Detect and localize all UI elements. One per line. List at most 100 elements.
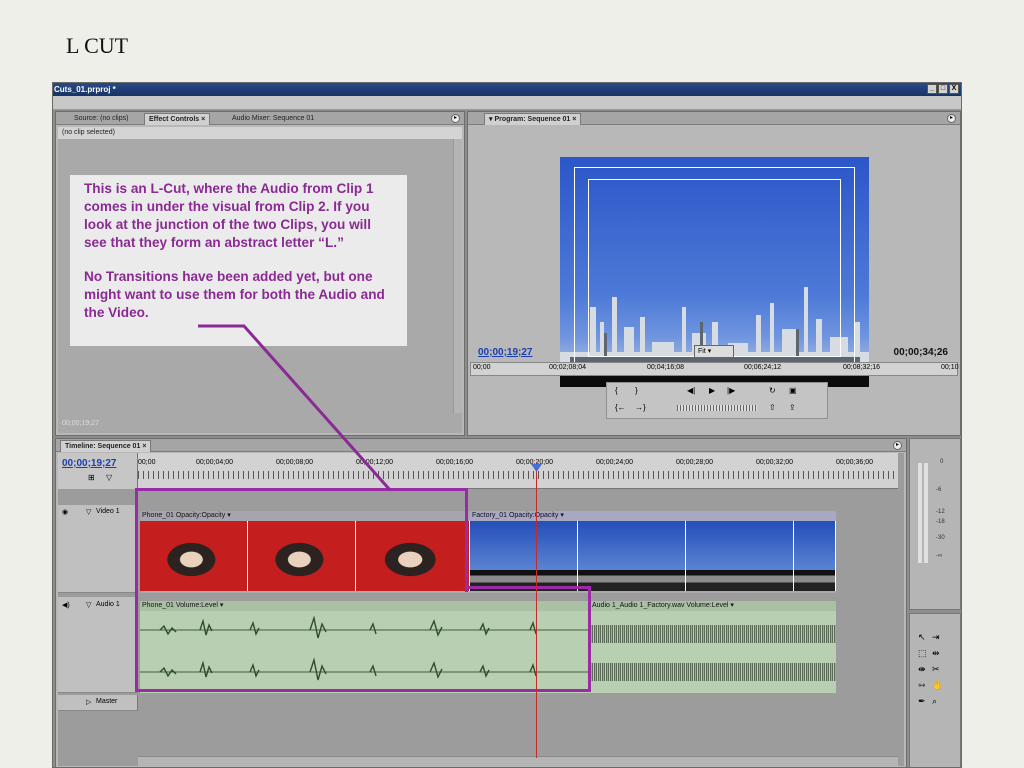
close-icon[interactable]: ×: [572, 116, 576, 123]
ruler-label: 00;00;08;00: [276, 459, 313, 466]
ruler-label: 00;02;08;04: [549, 364, 586, 371]
maximize-button[interactable]: □: [938, 84, 948, 94]
meter-bar-left: [918, 463, 922, 563]
pen-tool-icon[interactable]: ✒: [918, 696, 926, 707]
audio-track-header[interactable]: ◀) ▽ Audio 1: [58, 597, 138, 693]
timeline-ruler[interactable]: 00;00 00;00;04;00 00;00;08;00 00;00;12;0…: [138, 453, 898, 489]
tab-effect-controls[interactable]: Effect Controls ×: [144, 113, 211, 125]
menu-strip: [53, 96, 961, 110]
meter-bar-right: [924, 463, 928, 563]
program-time-ruler[interactable]: 00;00 00;02;08;04 00;04;16;08 00;06;24;1…: [470, 362, 959, 376]
clip-label: Audio 1_Audio 1_Factory.wav Volume:Level…: [590, 601, 836, 611]
ruler-ticks: [138, 471, 898, 479]
meter-label: -∞: [936, 553, 943, 559]
timeline-header: 00;00;19;27 ⊞ ▽: [58, 453, 138, 489]
program-current-timecode[interactable]: 00;00;19;27: [478, 347, 532, 358]
track-select-tool-icon[interactable]: ⇥: [932, 632, 940, 643]
rate-stretch-tool-icon[interactable]: ⇼: [918, 664, 926, 675]
safe-margins-icon[interactable]: ▣: [789, 386, 797, 395]
video-track-header[interactable]: ◉ ▽ Video 1: [58, 505, 138, 593]
clip-thumbnail: [686, 521, 794, 591]
horizontal-scrollbar[interactable]: [138, 756, 898, 766]
video-track-label: Video 1: [96, 508, 120, 515]
program-tabbar: ▾ Program: Sequence 01 × ▸: [468, 112, 960, 125]
ruler-label: 00;00;32;00: [756, 459, 793, 466]
panel-menu-icon[interactable]: ▸: [947, 114, 956, 123]
zoom-value: Fit: [698, 348, 706, 355]
close-button[interactable]: X: [949, 84, 959, 94]
timeline-playhead[interactable]: [536, 462, 537, 758]
selection-tool-icon[interactable]: ↖: [918, 632, 926, 643]
mark-out-icon[interactable]: }: [635, 386, 638, 395]
l-cut-highlight-video: [135, 488, 468, 592]
slide-title: L CUT: [66, 33, 129, 58]
ruler-label: 00;00;24;00: [596, 459, 633, 466]
clip-selection-label: (no clip selected): [58, 127, 462, 139]
tab-program-label: ▾ Program: Sequence 01: [489, 116, 571, 123]
razor-tool-icon[interactable]: ✂: [932, 664, 940, 675]
meter-label: -6: [936, 487, 942, 493]
ruler-label: 00;04;16;08: [647, 364, 684, 371]
transport-controls: { } ◀| ▶ |▶ ↻ ▣ {← →} ⇧ ⇪: [606, 382, 828, 419]
source-footer-timecode: 00;00;19;27: [62, 420, 99, 427]
ruler-label: 00;00: [138, 459, 156, 466]
chevron-down-icon: ▾: [707, 348, 712, 355]
program-monitor: ▾ Program: Sequence 01 × ▸ 00;00;19;27 F…: [467, 111, 961, 436]
chevron-right-icon[interactable]: ▷: [86, 698, 91, 706]
panel-menu-icon[interactable]: ▸: [451, 114, 460, 123]
ruler-label: 00;00: [473, 364, 491, 371]
ruler-label: 00;00;04;00: [196, 459, 233, 466]
play-icon[interactable]: ▶: [709, 386, 715, 395]
step-forward-icon[interactable]: |▶: [727, 386, 735, 395]
tab-timeline[interactable]: Timeline: Sequence 01 ×: [60, 440, 152, 452]
vertical-scrollbar[interactable]: [453, 139, 462, 413]
marker-icon[interactable]: ▽: [106, 473, 112, 482]
extract-icon[interactable]: ⇪: [789, 403, 796, 412]
annotation-callout: This is an L-Cut, where the Audio from C…: [70, 175, 407, 346]
zoom-tool-icon[interactable]: ⌕: [932, 696, 937, 707]
ruler-label: 00;06;24;12: [744, 364, 781, 371]
step-back-icon[interactable]: ◀|: [687, 386, 695, 395]
ruler-label: 00;08;32;16: [843, 364, 880, 371]
program-timecode-row: 00;00;19;27 Fit ▾ 00;00;34;26: [468, 345, 960, 361]
waveform-left: [590, 625, 836, 643]
title-safe-guide: [588, 179, 841, 357]
eye-icon[interactable]: ◉: [62, 508, 68, 516]
panel-menu-icon[interactable]: ▸: [893, 441, 902, 450]
mark-in-icon[interactable]: {: [615, 386, 618, 395]
chevron-down-icon[interactable]: ▽: [86, 601, 91, 609]
clip-label: Factory_01 Opacity:Opacity ▾: [470, 511, 836, 521]
tools-panel: ↖ ⇥ ⬚ ⇹ ⇼ ✂ ⇿ ✋ ✒ ⌕: [909, 613, 961, 767]
ruler-label: 00;00;36;00: [836, 459, 873, 466]
tab-audio-mixer[interactable]: Audio Mixer: Sequence 01: [228, 113, 318, 125]
video-clip-factory[interactable]: Factory_01 Opacity:Opacity ▾: [470, 511, 836, 593]
meter-label: -12: [936, 509, 945, 515]
ruler-label: 00;00;16;00: [436, 459, 473, 466]
lift-icon[interactable]: ⇧: [769, 403, 776, 412]
jog-shuttle[interactable]: [677, 405, 757, 411]
go-to-in-icon[interactable]: {←: [615, 403, 626, 412]
source-tabbar: Source: (no clips) Effect Controls × Aud…: [56, 112, 464, 125]
timeline-timecode[interactable]: 00;00;19;27: [62, 458, 116, 469]
zoom-select[interactable]: Fit ▾: [694, 345, 734, 358]
loop-icon[interactable]: ↻: [769, 386, 776, 395]
speaker-icon[interactable]: ◀): [62, 601, 70, 609]
tab-program[interactable]: ▾ Program: Sequence 01 ×: [484, 113, 582, 125]
master-track-label: Master: [96, 698, 118, 705]
hand-tool-icon[interactable]: ✋: [932, 680, 943, 691]
close-icon[interactable]: ×: [201, 116, 205, 123]
minimize-button[interactable]: _: [927, 84, 937, 94]
meter-label: -30: [936, 535, 945, 541]
audio-clip-factory[interactable]: Audio 1_Audio 1_Factory.wav Volume:Level…: [590, 601, 836, 693]
ripple-edit-tool-icon[interactable]: ⬚: [918, 648, 927, 659]
l-cut-highlight-corner: [465, 488, 468, 589]
rolling-edit-tool-icon[interactable]: ⇹: [932, 648, 940, 659]
meter-label: -18: [936, 519, 945, 525]
chevron-down-icon[interactable]: ▽: [86, 508, 91, 516]
close-icon[interactable]: ×: [142, 443, 146, 450]
slip-tool-icon[interactable]: ⇿: [918, 680, 926, 691]
go-to-out-icon[interactable]: →}: [635, 403, 646, 412]
snap-icon[interactable]: ⊞: [88, 473, 95, 482]
master-track-header[interactable]: ▷ Master: [58, 695, 138, 711]
tab-source[interactable]: Source: (no clips): [70, 113, 132, 125]
